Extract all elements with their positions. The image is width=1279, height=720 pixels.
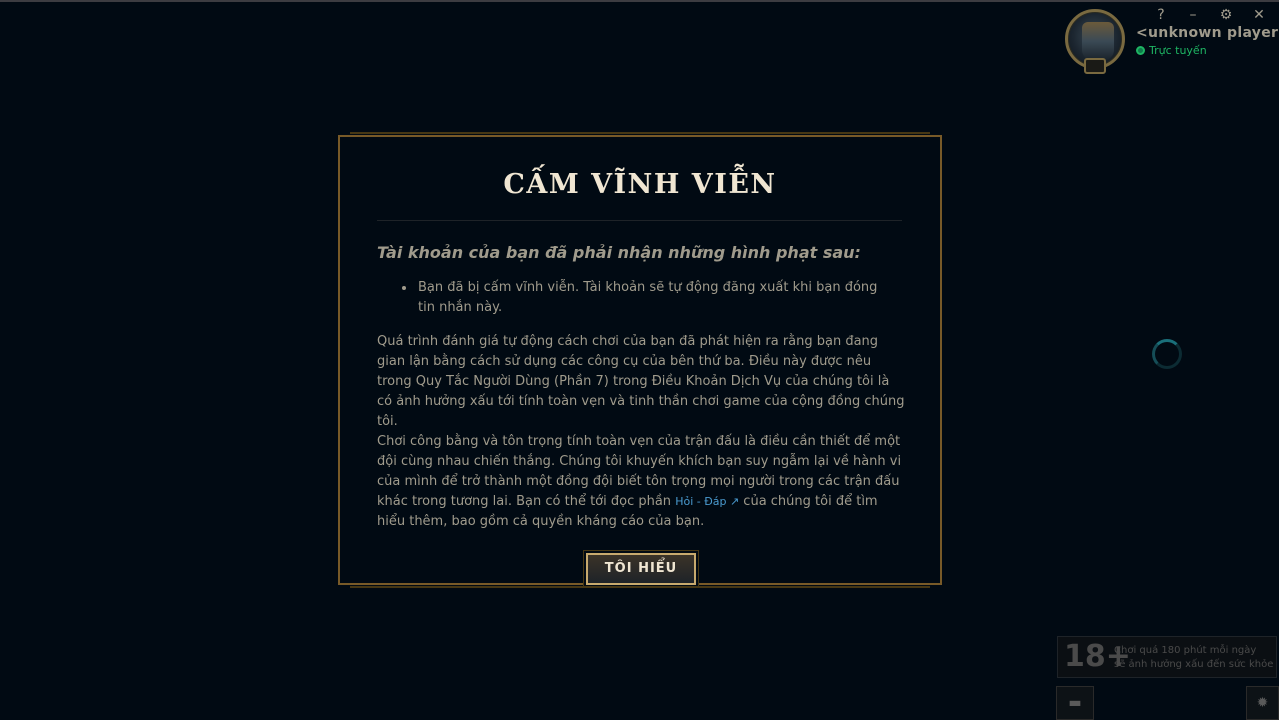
explanation-paragraph: Quá trình đánh giá tự động cách chơi của… xyxy=(377,334,905,429)
status-indicator[interactable]: Trực tuyến xyxy=(1136,44,1207,57)
close-icon[interactable]: ✕ xyxy=(1250,6,1268,24)
penalty-list: Bạn đã bị cấm vĩnh viễn. Tài khoản sẽ tự… xyxy=(402,278,898,318)
chat-button[interactable]: ▬ xyxy=(1056,686,1094,720)
player-profile[interactable]: <unknown player> Trực tuyến xyxy=(1064,6,1279,76)
bullet-icon xyxy=(402,286,406,290)
health-warning-line2: sẽ ảnh hưởng xấu đến sức khỏe xyxy=(1114,659,1274,670)
help-icon[interactable]: ? xyxy=(1152,6,1170,24)
online-status-icon xyxy=(1136,46,1145,55)
profile-icon xyxy=(1082,22,1114,60)
health-warning-line1: Chơi quá 180 phút mỗi ngày xyxy=(1114,645,1257,656)
window-top-border xyxy=(0,0,1279,2)
list-item: Bạn đã bị cấm vĩnh viễn. Tài khoản sẽ tự… xyxy=(402,278,898,318)
title-divider xyxy=(377,220,902,221)
ban-dialog: CẤM VĨNH VIỄN Tài khoản của bạn đã phải … xyxy=(338,132,942,588)
level-badge xyxy=(1084,58,1106,74)
penalty-item-text: Bạn đã bị cấm vĩnh viễn. Tài khoản sẽ tự… xyxy=(418,280,878,315)
status-label: Trực tuyến xyxy=(1149,44,1207,57)
faq-link[interactable]: Hỏi - Đáp ↗ xyxy=(675,495,739,508)
health-warning: Chơi quá 180 phút mỗi ngày sẽ ảnh hưởng … xyxy=(1114,644,1279,672)
penalty-heading: Tài khoản của bạn đã phải nhận những hìn… xyxy=(377,243,861,262)
avatar[interactable] xyxy=(1064,8,1126,76)
minimize-icon[interactable]: – xyxy=(1184,6,1202,24)
report-bug-button[interactable]: ✹ xyxy=(1246,686,1279,720)
loading-spinner-icon xyxy=(1152,339,1182,369)
age-rating-notice: 18+ Chơi quá 180 phút mỗi ngày sẽ ảnh hư… xyxy=(1057,636,1277,678)
acknowledge-button[interactable]: TÔI HIỂU xyxy=(586,553,696,585)
social-bar xyxy=(1094,686,1246,720)
chat-icon: ▬ xyxy=(1068,695,1082,711)
advice-paragraph: Chơi công bằng và tôn trọng tính toàn vẹ… xyxy=(377,432,907,532)
settings-icon[interactable]: ⚙ xyxy=(1217,6,1235,24)
player-name: <unknown player> xyxy=(1136,25,1279,41)
dialog-title: CẤM VĨNH VIỄN xyxy=(503,169,777,200)
bug-icon: ✹ xyxy=(1256,695,1269,711)
